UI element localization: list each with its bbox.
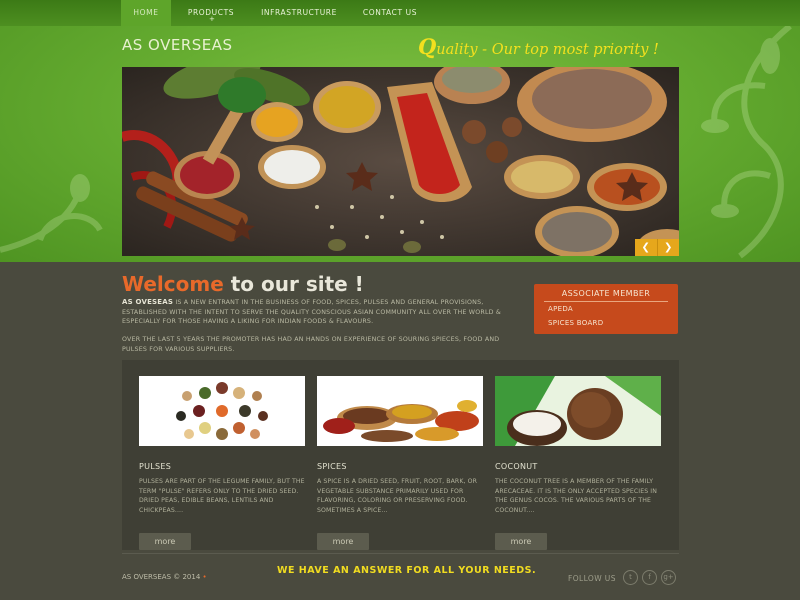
- slider-next-icon[interactable]: ❯: [658, 239, 680, 256]
- product-title: COCONUT: [495, 462, 538, 471]
- copyright-text: AS OVERSEAS © 2014: [122, 573, 201, 581]
- products-panel: PULSES PULSES ARE PART OF THE LEGUME FAM…: [122, 360, 679, 550]
- nav-home[interactable]: HOME: [121, 0, 171, 26]
- floral-decoration-left-icon: [0, 174, 103, 253]
- product-title: SPICES: [317, 462, 347, 471]
- intro-paragraph-text: IS A NEW ENTRANT IN THE BUSINESS OF FOOD…: [122, 299, 502, 326]
- submenu-plus-icon: +: [209, 15, 216, 23]
- copyright: AS OVERSEAS © 2014 •: [122, 573, 207, 581]
- footer-slogan: WE HAVE AN ANSWER FOR ALL YOUR NEEDS.: [277, 565, 537, 576]
- floral-decoration-icon: [701, 26, 792, 259]
- brand-logo-text[interactable]: AS OVERSEAS: [122, 36, 233, 54]
- top-navigation: HOME PRODUCTS + INFRASTRUCTURE CONTACT U…: [0, 0, 800, 26]
- associate-item-apeda[interactable]: APEDA: [548, 305, 573, 313]
- product-card-coconut: COCONUT THE COCONUT TREE IS A MEMBER OF …: [495, 376, 661, 550]
- spices-more-button[interactable]: more: [317, 533, 369, 550]
- tagline-text: uality - Our top most priority !: [436, 42, 659, 58]
- nav-contact-us[interactable]: CONTACT US: [360, 0, 420, 26]
- associate-member-box: ASSOCIATE MEMBER APEDA SPICES BOARD: [534, 284, 678, 334]
- product-title: PULSES: [139, 462, 172, 471]
- slider-controls: ❮ ❯: [635, 239, 679, 256]
- hero-banner-image: [122, 67, 679, 256]
- product-description: A SPICE IS A DRIED SEED, FRUIT, ROOT, BA…: [317, 478, 477, 514]
- copyright-dot: •: [202, 573, 207, 581]
- slider-prev-icon[interactable]: ❮: [635, 239, 658, 256]
- associate-member-title: ASSOCIATE MEMBER: [561, 289, 651, 298]
- nav-products[interactable]: PRODUCTS +: [186, 0, 236, 26]
- welcome-heading: Welcome to our site !: [122, 272, 364, 296]
- spices-image: [317, 376, 483, 446]
- spices-illustration: [122, 67, 679, 256]
- tagline-initial: Q: [418, 34, 437, 59]
- product-card-spices: SPICES A SPICE IS A DRIED SEED, FRUIT, R…: [317, 376, 483, 550]
- twitter-icon[interactable]: t: [623, 570, 638, 585]
- welcome-heading-rest: to our site !: [223, 272, 364, 296]
- follow-us-label: FOLLOW US: [568, 574, 616, 583]
- google-plus-icon[interactable]: g+: [661, 570, 676, 585]
- footer-divider: [122, 553, 679, 554]
- product-description: PULSES ARE PART OF THE LEGUME FAMILY, BU…: [139, 478, 305, 514]
- intro-paragraph: AS OVESEAS IS A NEW ENTRANT IN THE BUSIN…: [122, 298, 517, 327]
- nav-infrastructure[interactable]: INFRASTRUCTURE: [258, 0, 340, 26]
- product-card-pulses: PULSES PULSES ARE PART OF THE LEGUME FAM…: [139, 376, 305, 550]
- pulses-more-button[interactable]: more: [139, 533, 191, 550]
- associate-divider: [544, 301, 668, 302]
- coconut-more-button[interactable]: more: [495, 533, 547, 550]
- intro-company-name: AS OVESEAS: [122, 298, 174, 306]
- pulses-image: [139, 376, 305, 446]
- welcome-heading-accent: Welcome: [122, 272, 224, 296]
- experience-paragraph: OVER THE LAST 5 YEARS THE PROMOTER HAS H…: [122, 336, 500, 353]
- associate-item-spices-board[interactable]: SPICES BOARD: [548, 319, 603, 327]
- facebook-icon[interactable]: f: [642, 570, 657, 585]
- coconut-image: [495, 376, 661, 446]
- product-description: THE COCONUT TREE IS A MEMBER OF THE FAMI…: [495, 478, 657, 514]
- tagline: Quality - Our top most priority !: [418, 34, 659, 59]
